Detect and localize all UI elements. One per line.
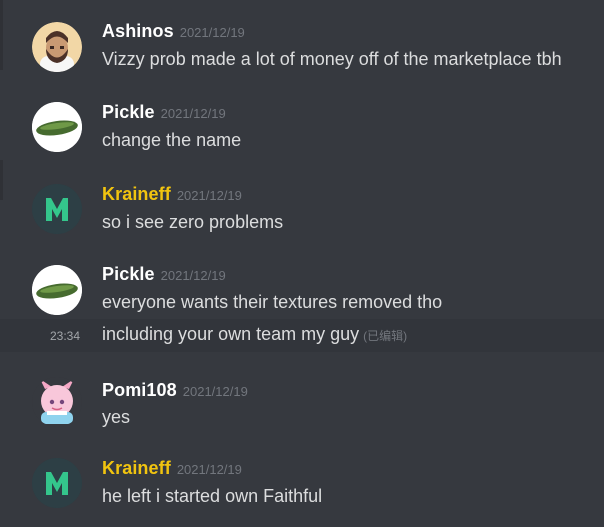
author-name[interactable]: Kraineff [102, 184, 171, 204]
message-text: including your own team my guy (已编辑) [102, 324, 407, 345]
message-pickle: Pickle 2021/12/19 change the name [0, 82, 604, 164]
message-ashinos: Ashinos 2021/12/19 Vizzy prob made a lot … [0, 0, 604, 82]
author-line: Pickle 2021/12/19 [102, 102, 226, 124]
edited-label: (已编辑) [363, 329, 408, 343]
pink-anime-avatar-icon [32, 377, 82, 427]
avatar[interactable] [32, 22, 82, 72]
author-line: Pickle 2021/12/19 [102, 264, 226, 286]
author-name[interactable]: Ashinos [102, 21, 174, 41]
message-timestamp: 2021/12/19 [160, 268, 226, 283]
pickle-avatar-icon [32, 265, 82, 315]
avatar[interactable] [32, 184, 82, 234]
message-text: he left i started own Faithful [102, 486, 323, 506]
author-line: Kraineff 2021/12/19 [102, 458, 242, 480]
author-name[interactable]: Pickle [102, 102, 155, 122]
message-timestamp: 2021/12/19 [176, 462, 242, 477]
avatar[interactable] [32, 102, 82, 152]
author-name[interactable]: Pomi108 [102, 380, 177, 400]
m-logo-icon [32, 458, 82, 508]
author-name[interactable]: Pickle [102, 264, 155, 284]
message-pickle: Pickle 2021/12/19 everyone wants their te… [0, 244, 604, 319]
m-logo-icon [32, 184, 82, 234]
message-text: Vizzy prob made a lot of money off of th… [102, 49, 562, 69]
avatar[interactable] [32, 458, 82, 508]
hover-timestamp: 23:34 [50, 329, 81, 343]
bearded-man-avatar-icon [32, 22, 82, 72]
message-text: yes [102, 407, 131, 427]
author-name[interactable]: Kraineff [102, 458, 171, 478]
author-line: Kraineff 2021/12/19 [102, 184, 242, 206]
message-kraineff: Kraineff 2021/12/19 he left i started own… [0, 452, 604, 527]
message-timestamp: 2021/12/19 [176, 188, 242, 203]
message-text: so i see zero problems [102, 212, 284, 232]
message-timestamp: 2021/12/19 [179, 25, 245, 40]
message-timestamp: 2021/12/19 [182, 384, 248, 399]
message-text-body: including your own team my guy [102, 324, 360, 344]
author-line: Pomi108 2021/12/19 [102, 380, 248, 402]
pickle-avatar-icon [32, 102, 82, 152]
avatar[interactable] [32, 265, 82, 315]
avatar[interactable] [32, 377, 82, 427]
message-timestamp: 2021/12/19 [160, 106, 226, 121]
message-pomi108: Pomi108 2021/12/19 yes [0, 352, 604, 452]
hovered-message-row[interactable]: 23:34 including your own team my guy (已编辑… [0, 319, 604, 352]
message-text: change the name [102, 130, 242, 150]
message-kraineff: Kraineff 2021/12/19 so i see zero problem… [0, 164, 604, 244]
author-line: Ashinos 2021/12/19 [102, 21, 245, 43]
message-text: everyone wants their textures removed th… [102, 292, 443, 312]
